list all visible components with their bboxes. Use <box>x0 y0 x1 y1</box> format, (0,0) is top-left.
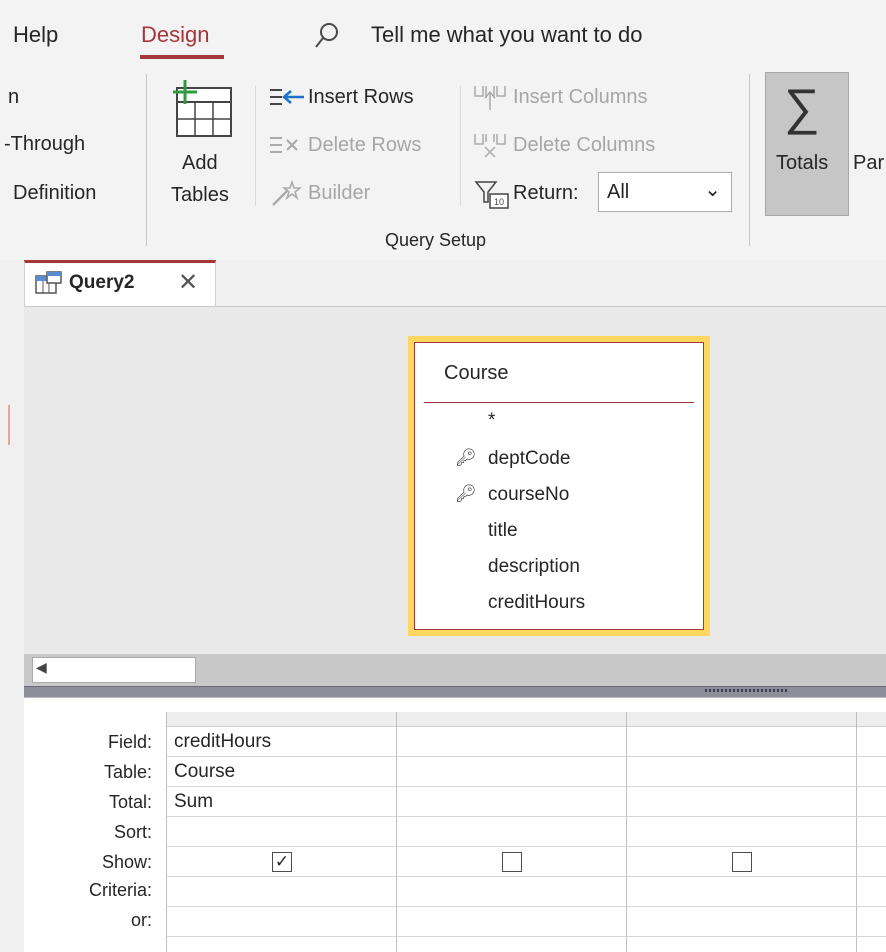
tab-help[interactable]: Help <box>13 22 58 48</box>
totals-label: Totals <box>776 152 829 174</box>
show-checkbox-col1[interactable]: ✓ <box>272 852 292 872</box>
row-label-table: Table: <box>103 762 152 782</box>
delete-rows-icon <box>268 134 306 163</box>
insert-rows-icon[interactable] <box>268 86 306 115</box>
field-list-divider <box>424 402 694 403</box>
show-checkbox-col2[interactable] <box>502 852 522 872</box>
tab-query2-label: Query2 <box>69 272 135 293</box>
svg-text:10: 10 <box>494 197 504 207</box>
field-list-title[interactable]: Course <box>444 362 508 385</box>
field-deptcode[interactable]: deptCode <box>488 448 570 470</box>
pass-through-button[interactable]: -Through <box>4 133 85 156</box>
parameters-button[interactable]: Par <box>853 152 884 175</box>
return-dropdown-value: All <box>607 181 630 203</box>
tab-design-underline <box>140 55 224 59</box>
tab-design[interactable]: Design <box>141 22 209 48</box>
insert-rows-button[interactable]: Insert Rows <box>308 86 414 109</box>
close-icon[interactable]: ✕ <box>178 268 198 297</box>
grid-column-line <box>856 712 857 952</box>
search-icon[interactable] <box>313 20 341 55</box>
delete-rows-button: Delete Rows <box>308 134 422 156</box>
delete-columns-button: Delete Columns <box>513 134 656 156</box>
query-icon <box>35 271 63 300</box>
grid-row-line <box>166 936 886 937</box>
grid-cell-table[interactable]: Course <box>174 761 235 783</box>
field-courseno[interactable]: courseNo <box>488 484 569 506</box>
grid-row-line <box>166 846 886 847</box>
insert-columns-button: Insert Columns <box>513 86 648 108</box>
left-margin <box>0 306 24 952</box>
builder-wand-icon <box>270 179 304 213</box>
show-checkbox-col3[interactable] <box>732 852 752 872</box>
splitter-grip-icon[interactable] <box>705 689 789 692</box>
group-separator <box>255 86 256 206</box>
grid-row-line <box>166 906 886 907</box>
grid-row-line <box>166 786 886 787</box>
row-label-sort: Sort: <box>113 822 152 842</box>
field-description[interactable]: description <box>488 556 580 578</box>
add-tables-icon[interactable] <box>171 78 235 145</box>
field-title[interactable]: title <box>488 520 518 542</box>
delete-columns-icon <box>472 132 508 165</box>
grid-column-line <box>626 712 627 952</box>
pane-splitter[interactable] <box>24 686 886 698</box>
query-type-item-1[interactable]: n <box>8 86 19 109</box>
row-label-show: Show: <box>101 852 152 872</box>
sigma-icon: ∑ <box>784 79 820 135</box>
scroll-left-arrow-icon[interactable]: ◀ <box>36 659 47 676</box>
field-all-columns[interactable]: * <box>488 410 495 432</box>
primary-key-icon: 🔑︎ <box>455 484 477 503</box>
left-edge-marker <box>8 405 10 445</box>
group-separator <box>146 74 147 246</box>
grid-row-line <box>166 816 886 817</box>
data-definition-button[interactable]: Definition <box>13 182 96 205</box>
design-grid <box>24 698 886 952</box>
grid-row-line <box>166 756 886 757</box>
primary-key-icon: 🔑︎ <box>455 448 477 467</box>
group-label-query-setup: Query Setup <box>385 230 487 250</box>
grid-cell-total[interactable]: Sum <box>174 791 213 813</box>
grid-column-line <box>396 712 397 952</box>
insert-columns-icon <box>472 84 508 117</box>
add-tables-label-1[interactable]: Add <box>182 152 218 175</box>
scrollbar-thumb[interactable] <box>32 657 196 683</box>
chevron-down-icon: ⌄ <box>704 179 721 201</box>
column-selector-bar[interactable] <box>166 712 886 727</box>
return-label: Return: <box>513 182 579 204</box>
row-label-field: Field: <box>107 732 152 752</box>
group-separator <box>749 74 750 246</box>
row-label-total: Total: <box>108 792 152 812</box>
group-separator <box>460 86 461 206</box>
builder-button: Builder <box>308 182 371 204</box>
grid-column-line <box>166 712 167 952</box>
row-label-or: or: <box>130 910 152 930</box>
field-credithours[interactable]: creditHours <box>488 592 585 614</box>
checkmark-icon: ✓ <box>274 852 290 871</box>
return-top-values-icon: 10 <box>474 180 510 215</box>
row-label-criteria: Criteria: <box>88 880 152 900</box>
grid-row-line <box>166 876 886 877</box>
return-dropdown[interactable]: All ⌄ <box>598 172 732 212</box>
grid-cell-field[interactable]: creditHours <box>174 731 271 753</box>
add-tables-label-2[interactable]: Tables <box>171 184 229 207</box>
tell-me-search[interactable]: Tell me what you want to do <box>371 22 642 48</box>
